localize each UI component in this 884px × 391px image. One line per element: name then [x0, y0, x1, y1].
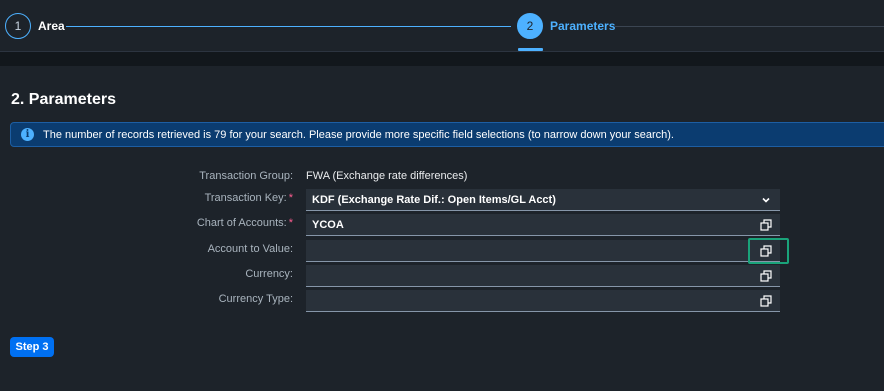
- chevron-down-icon[interactable]: [758, 192, 774, 208]
- step-number: 2: [517, 13, 543, 39]
- active-step-indicator: [518, 48, 543, 51]
- transaction-key-select[interactable]: KDF (Exchange Rate Dif.: Open Items/GL A…: [306, 189, 780, 211]
- transaction-key-label: Transaction Key: *: [204, 192, 293, 204]
- section-title: 2. Parameters: [11, 91, 116, 108]
- transaction-group-label: Transaction Group:: [199, 170, 293, 182]
- value-help-icon[interactable]: [758, 217, 774, 233]
- transaction-group-value: FWA (Exchange rate differences): [306, 170, 468, 182]
- step-label: Parameters: [550, 19, 616, 33]
- wizard-step-area[interactable]: 1 Area: [5, 13, 65, 39]
- account-to-value-input[interactable]: [306, 240, 780, 262]
- currency-label: Currency:: [245, 268, 293, 280]
- chart-of-accounts-row: Chart of Accounts: * YCOA: [0, 214, 884, 236]
- currency-row: Currency:: [0, 265, 884, 287]
- parameters-section: 2. Parameters i The number of records re…: [0, 66, 884, 391]
- currency-type-input[interactable]: [306, 290, 780, 312]
- wizard-step-parameters[interactable]: 2 Parameters: [517, 13, 615, 39]
- transaction-key-value: KDF (Exchange Rate Dif.: Open Items/GL A…: [312, 193, 556, 206]
- wizard-header: 1 Area 2 Parameters: [0, 0, 884, 52]
- info-icon: i: [21, 128, 34, 141]
- info-message-text: The number of records retrieved is 79 fo…: [43, 128, 674, 141]
- step-3-button[interactable]: Step 3: [10, 337, 54, 357]
- header-separator: [0, 52, 884, 66]
- step-number: 1: [5, 13, 31, 39]
- account-to-value-label: Account to Value:: [207, 243, 293, 255]
- chart-of-accounts-label: Chart of Accounts: *: [196, 217, 293, 229]
- currency-type-row: Currency Type:: [0, 290, 884, 312]
- value-help-icon[interactable]: [758, 268, 774, 284]
- currency-input[interactable]: [306, 265, 780, 287]
- chart-of-accounts-value: YCOA: [312, 218, 344, 231]
- chart-of-accounts-input[interactable]: YCOA: [306, 214, 780, 236]
- focus-highlight: [748, 238, 789, 264]
- step-connector: [66, 26, 511, 27]
- step-label: Area: [38, 19, 65, 33]
- value-help-icon[interactable]: [758, 293, 774, 309]
- transaction-key-row: Transaction Key: * KDF (Exchange Rate Dif…: [0, 189, 884, 211]
- step-connector-future: [615, 26, 884, 27]
- info-message-strip: i The number of records retrieved is 79 …: [10, 122, 884, 147]
- currency-type-label: Currency Type:: [218, 293, 293, 305]
- transaction-group-row: Transaction Group: FWA (Exchange rate di…: [0, 167, 884, 189]
